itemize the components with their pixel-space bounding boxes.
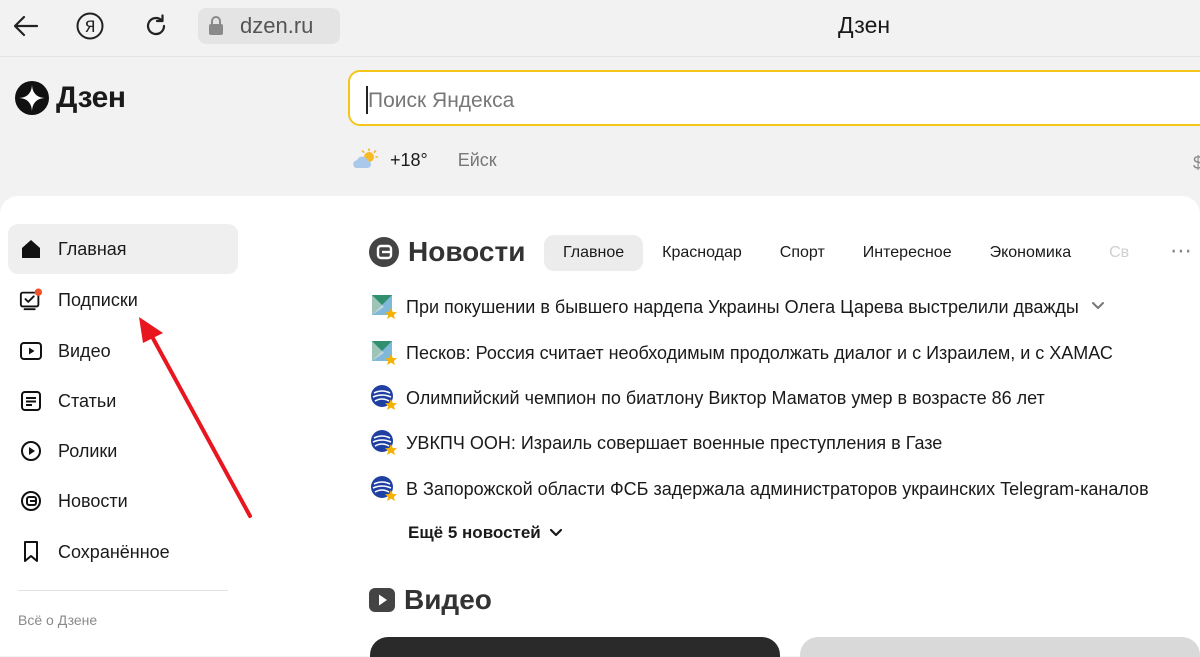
more-news-button[interactable]: Ещё 5 новостей bbox=[408, 523, 563, 543]
video-title-text: Видео bbox=[404, 584, 492, 615]
weather-widget[interactable]: +18° Ейск bbox=[352, 148, 497, 172]
more-options-icon[interactable]: ⋯ bbox=[1170, 238, 1193, 264]
truncated-widget-text: $ bbox=[1193, 153, 1200, 173]
sidebar-item-label: Статьи bbox=[58, 390, 117, 411]
sidebar-item-label: Ролики bbox=[58, 440, 118, 461]
sidebar-item-news[interactable]: Новости bbox=[8, 476, 238, 526]
dzen-logo[interactable]: Дзен bbox=[14, 80, 126, 116]
search-box[interactable] bbox=[348, 70, 1200, 126]
bookmark-icon bbox=[19, 540, 43, 564]
sidebar-item-label: Видео bbox=[58, 340, 111, 361]
news-title-text: Новости bbox=[408, 236, 526, 267]
news-headline[interactable]: УВКПЧ ООН: Израиль совершает военные пре… bbox=[406, 433, 942, 454]
sidebar-item-label: Новости bbox=[58, 490, 128, 511]
sidebar-item-clips[interactable]: Ролики bbox=[8, 426, 238, 476]
more-news-label: Ещё 5 новостей bbox=[408, 523, 541, 542]
news-source-icon bbox=[370, 429, 398, 457]
sidebar-item-label: Подписки bbox=[58, 289, 138, 310]
tab-main[interactable]: Главное bbox=[544, 235, 644, 271]
subscriptions-icon bbox=[19, 288, 43, 312]
page-tab-title: Дзен bbox=[837, 12, 891, 38]
articles-icon bbox=[19, 389, 43, 413]
news-headline[interactable]: Песков: Россия считает необходимым продо… bbox=[406, 343, 1113, 364]
sidebar-item-label: Главная bbox=[58, 238, 127, 259]
tab-economy[interactable]: Экономика bbox=[971, 235, 1091, 271]
sidebar-item-articles[interactable]: Статьи bbox=[8, 376, 238, 426]
sidebar-item-saved[interactable]: Сохранённое bbox=[8, 527, 238, 577]
weather-temperature: +18° bbox=[390, 149, 428, 170]
sidebar-item-label: Сохранённое bbox=[58, 541, 170, 562]
video-card-preview[interactable] bbox=[800, 637, 1200, 657]
chevron-down-icon bbox=[549, 528, 562, 537]
news-tabs: Главное Краснодар Спорт Интересное Эконо… bbox=[544, 235, 1137, 271]
tab-sport[interactable]: Спорт bbox=[761, 235, 844, 271]
news-item[interactable]: УВКПЧ ООН: Израиль совершает военные пре… bbox=[370, 429, 942, 457]
news-section-title[interactable]: Новости bbox=[368, 236, 525, 268]
news-item[interactable]: В Запорожской области ФСБ задержала адми… bbox=[370, 475, 1149, 503]
about-dzen-link[interactable]: Всё о Дзене bbox=[18, 612, 97, 628]
tab-interesting[interactable]: Интересное bbox=[844, 235, 971, 271]
video-section-title[interactable]: Видео bbox=[368, 584, 492, 616]
news-source-icon bbox=[370, 339, 398, 367]
news-source-icon bbox=[370, 475, 398, 503]
news-source-icon bbox=[370, 293, 398, 321]
video-section-icon bbox=[369, 588, 395, 612]
tab-truncated[interactable]: Св bbox=[1090, 235, 1137, 271]
video-icon bbox=[19, 339, 43, 363]
news-section-icon bbox=[369, 237, 399, 267]
news-item[interactable]: Песков: Россия считает необходимым продо… bbox=[370, 339, 1113, 367]
browser-toolbar: Я dzen.ru Дзен bbox=[0, 0, 1200, 57]
search-input[interactable] bbox=[366, 82, 1070, 120]
news-icon bbox=[19, 489, 43, 513]
news-source-icon bbox=[370, 384, 398, 412]
sidebar-item-home[interactable]: Главная bbox=[8, 224, 238, 274]
dzen-logo-icon bbox=[15, 81, 49, 115]
news-item[interactable]: Олимпийский чемпион по биатлону Виктор М… bbox=[370, 384, 1045, 412]
news-headline[interactable]: При покушении в бывшего нардепа Украины … bbox=[406, 297, 1079, 318]
clips-icon bbox=[19, 439, 43, 463]
video-card-preview[interactable] bbox=[370, 637, 780, 657]
home-icon bbox=[19, 237, 43, 261]
news-headline[interactable]: В Запорожской области ФСБ задержала адми… bbox=[406, 479, 1149, 500]
sidebar-item-subscriptions[interactable]: Подписки bbox=[8, 275, 238, 325]
sidebar-divider bbox=[18, 590, 228, 591]
news-headline[interactable]: Олимпийский чемпион по биатлону Виктор М… bbox=[406, 388, 1045, 409]
news-item[interactable]: При покушении в бывшего нардепа Украины … bbox=[370, 293, 1105, 321]
chevron-down-icon[interactable] bbox=[1091, 298, 1105, 316]
logo-text: Дзен bbox=[56, 81, 126, 114]
partly-cloudy-icon bbox=[353, 148, 379, 168]
sidebar-item-video[interactable]: Видео bbox=[8, 326, 238, 376]
weather-city[interactable]: Ейск bbox=[458, 150, 497, 171]
tab-krasnodar[interactable]: Краснодар bbox=[643, 235, 761, 271]
